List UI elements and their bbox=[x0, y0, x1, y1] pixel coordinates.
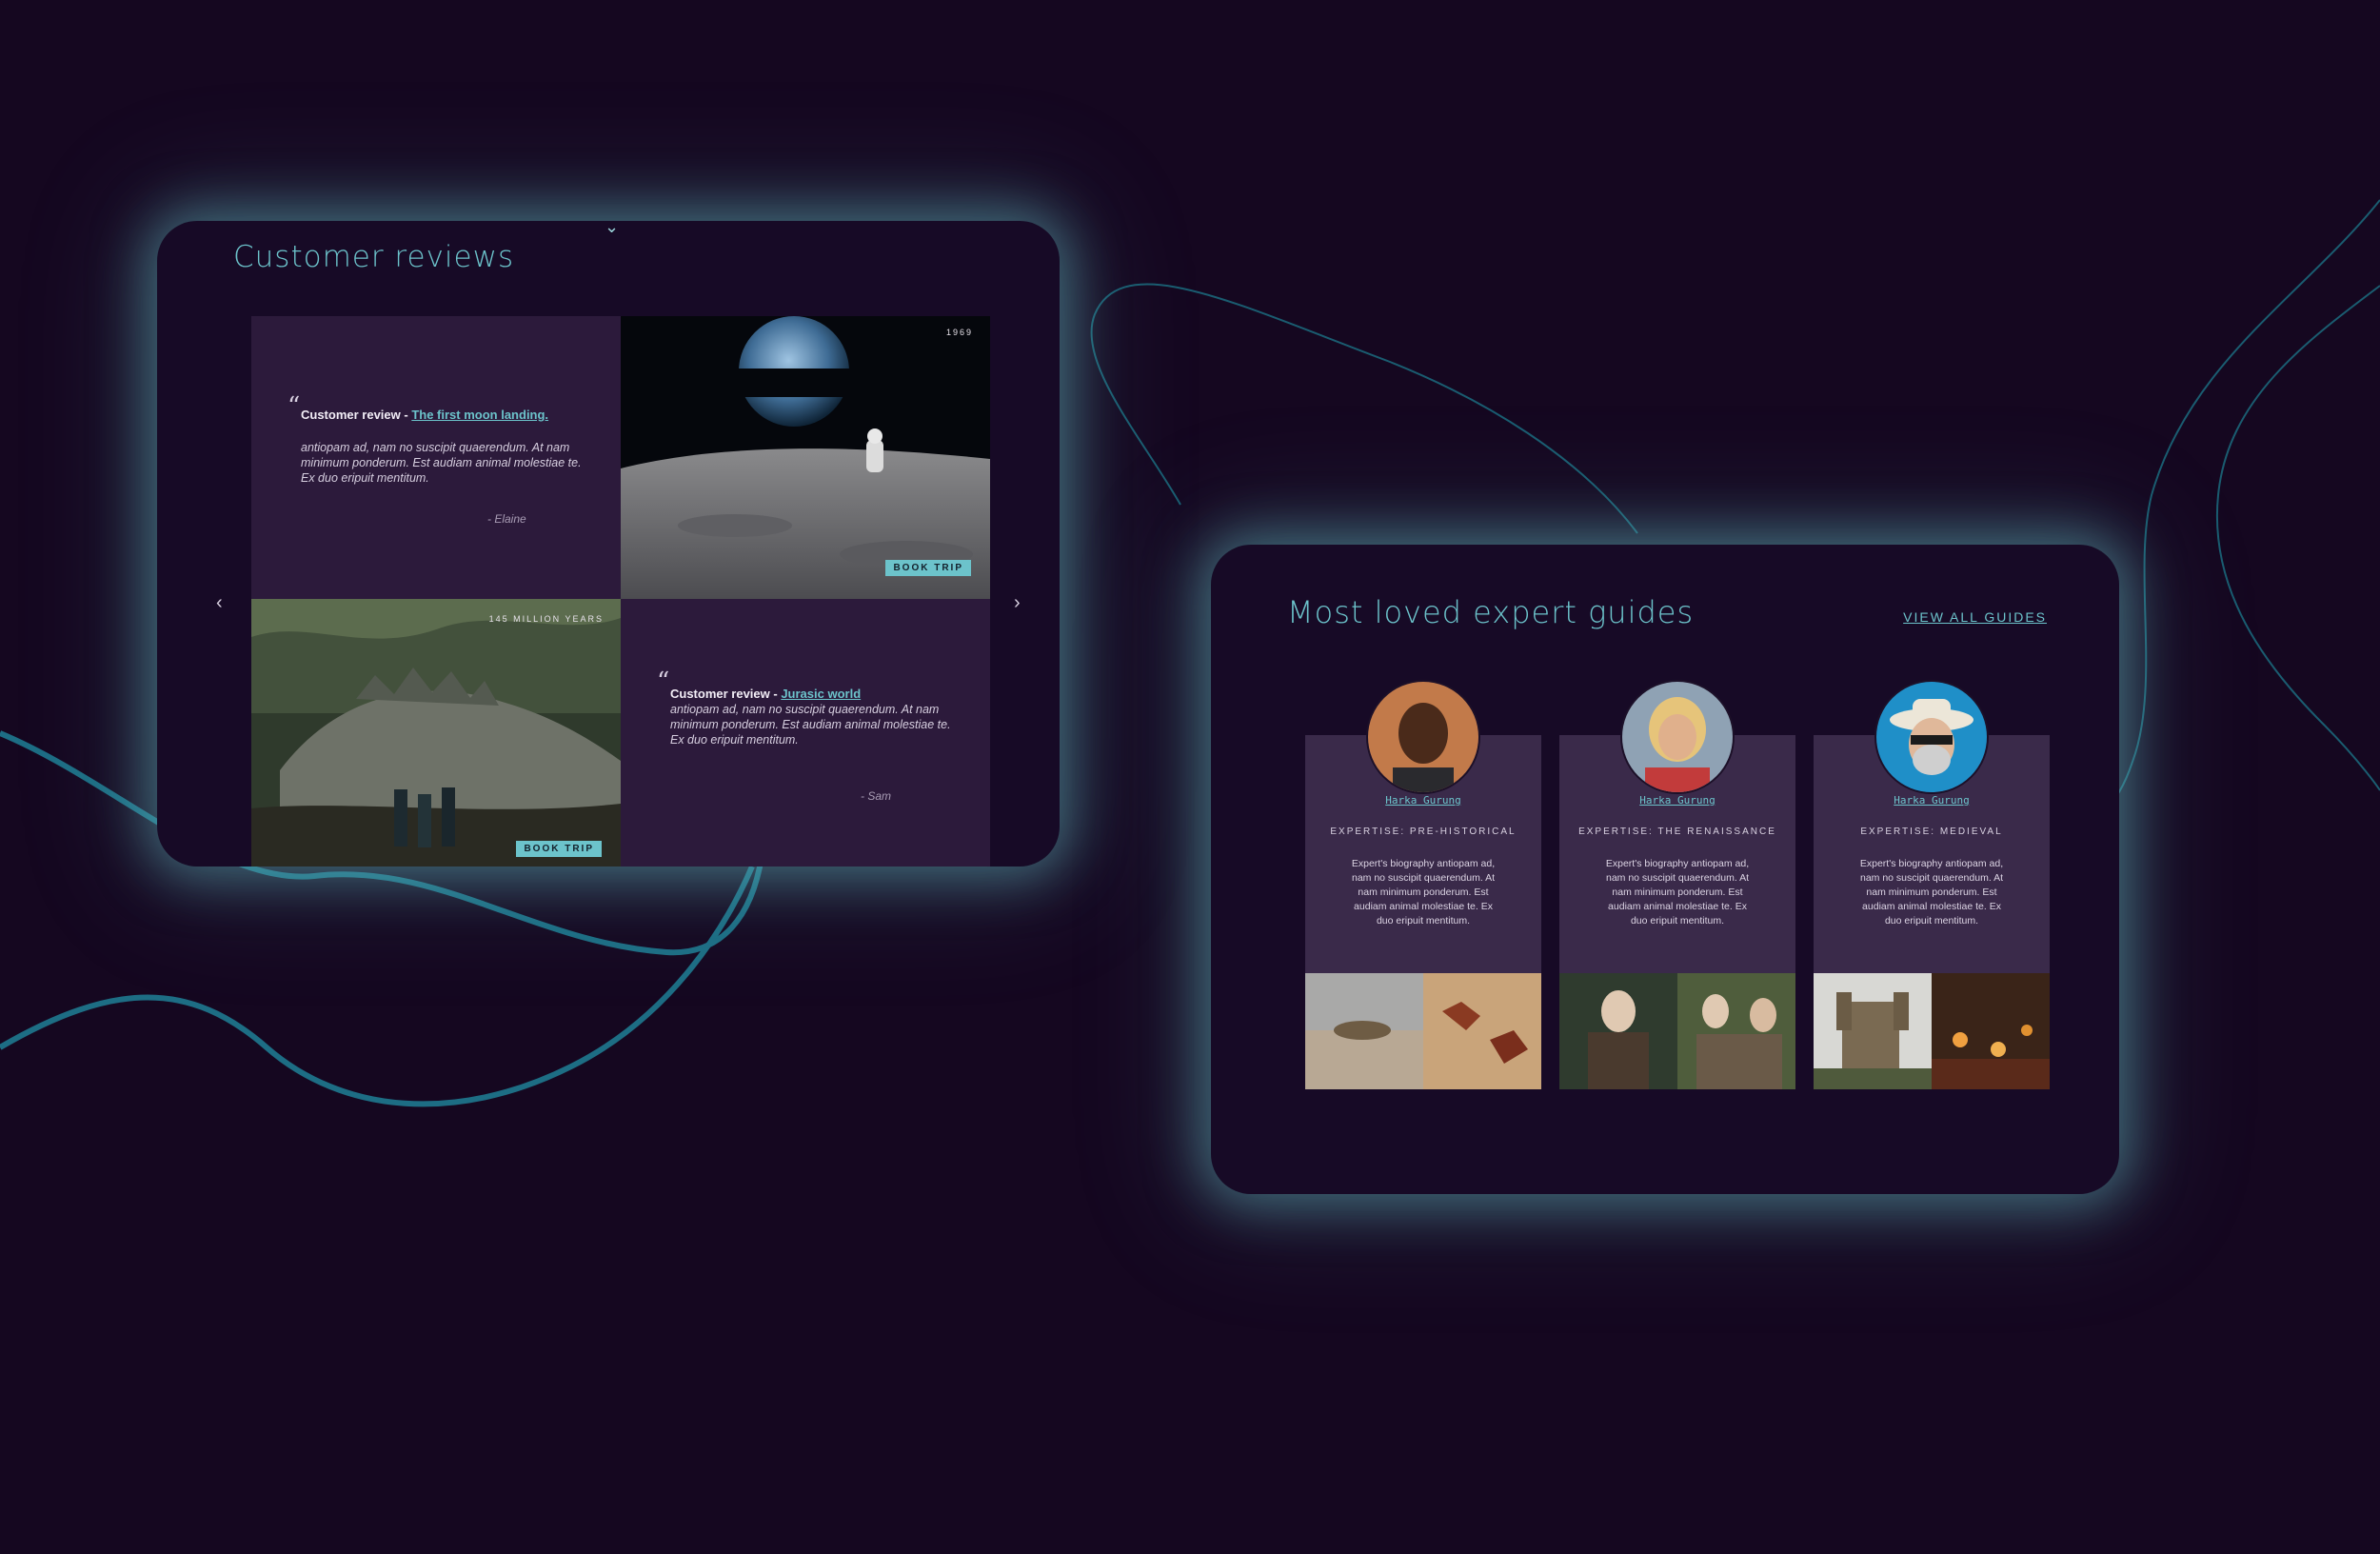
guide-expertise: EXPERTISE: PRE-HISTORICAL bbox=[1330, 827, 1517, 837]
quote-icon: “ bbox=[657, 667, 670, 696]
guide-card: Harka Gurung EXPERTISE: MEDIEVAL Expert'… bbox=[1814, 680, 2050, 1089]
review-card-moon: “ Customer review - The first moon landi… bbox=[251, 316, 621, 599]
guide-bio: Expert's biography antiopam ad, nam no s… bbox=[1859, 858, 2004, 926]
view-all-guides-link[interactable]: VIEW ALL GUIDES bbox=[1903, 609, 2047, 625]
avatar bbox=[1620, 680, 1735, 794]
review-author: - Sam bbox=[861, 789, 892, 803]
review-label: Customer review - bbox=[301, 408, 412, 422]
guide-bio: Expert's biography antiopam ad, nam no s… bbox=[1351, 858, 1496, 926]
review-title: Customer review - Jurasic world bbox=[670, 687, 861, 701]
review-label: Customer review - bbox=[670, 687, 782, 701]
guide-card: Harka Gurung EXPERTISE: THE RENAISSANCE … bbox=[1559, 680, 1795, 1089]
review-title: Customer review - The first moon landing… bbox=[301, 408, 548, 422]
review-link-jurassic[interactable]: Jurasic world bbox=[781, 687, 861, 701]
book-trip-button[interactable]: BOOK TRIP bbox=[516, 841, 602, 857]
guide-bio: Expert's biography antiopam ad, nam no s… bbox=[1605, 858, 1750, 926]
cave-painting-image bbox=[1423, 973, 1541, 1089]
reviews-grid: “ Customer review - The first moon landi… bbox=[251, 316, 990, 867]
review-body: antiopam ad, nam no suscipit quaerendum.… bbox=[301, 441, 582, 485]
review-link-moon[interactable]: The first moon landing. bbox=[411, 408, 548, 422]
medieval-feast-image bbox=[1932, 973, 2050, 1089]
moon-landing-image: 1969 BOOK TRIP bbox=[621, 316, 990, 599]
avatar bbox=[1874, 680, 1989, 794]
guide-name-link[interactable]: Harka Gurung bbox=[1305, 794, 1541, 807]
quote-icon: “ bbox=[288, 392, 301, 421]
avatar bbox=[1366, 680, 1480, 794]
expert-guides-panel: Most loved expert guides VIEW ALL GUIDES… bbox=[1211, 545, 2119, 1194]
guide-expertise: EXPERTISE: THE RENAISSANCE bbox=[1578, 827, 1776, 837]
review-body: antiopam ad, nam no suscipit quaerendum.… bbox=[670, 703, 951, 747]
chevron-left-icon[interactable]: ‹ bbox=[216, 592, 223, 614]
chevron-down-icon: ⌄ bbox=[605, 221, 620, 236]
renaissance-costume-image bbox=[1677, 973, 1795, 1089]
book-trip-button[interactable]: BOOK TRIP bbox=[885, 560, 971, 576]
chevron-right-icon[interactable]: › bbox=[1014, 592, 1021, 614]
dinosaur-image bbox=[1305, 973, 1423, 1089]
castle-image bbox=[1814, 973, 1932, 1089]
review-author: - Elaine bbox=[487, 512, 526, 526]
renaissance-portrait-image bbox=[1559, 973, 1677, 1089]
guide-name-link[interactable]: Harka Gurung bbox=[1814, 794, 2050, 807]
guide-expertise: EXPERTISE: MEDIEVAL bbox=[1860, 827, 2003, 837]
guides-heading: Most loved expert guides bbox=[1287, 594, 1695, 630]
guide-card: Harka Gurung EXPERTISE: PRE-HISTORICAL E… bbox=[1305, 680, 1541, 1089]
photo-label-year: 1969 bbox=[945, 328, 973, 337]
review-card-jurassic: “ Customer review - Jurasic world antiop… bbox=[621, 599, 990, 867]
customer-reviews-panel: ⌄ Customer reviews ‹ › “ Customer review… bbox=[157, 221, 1060, 867]
photo-label-years: 145 MILLION YEARS bbox=[488, 614, 604, 624]
reviews-heading: Customer reviews bbox=[233, 240, 515, 274]
guide-name-link[interactable]: Harka Gurung bbox=[1559, 794, 1795, 807]
jurassic-world-image: 145 MILLION YEARS BOOK TRIP bbox=[251, 599, 621, 867]
